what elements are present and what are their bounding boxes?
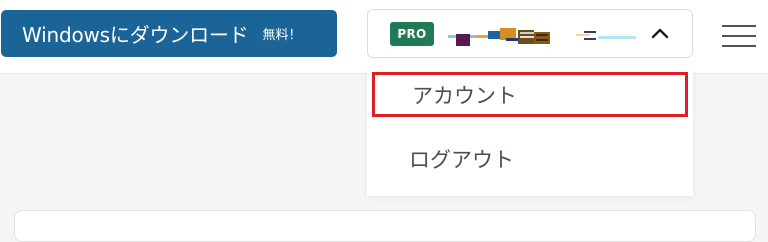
menu-item-label: ログアウト [409, 148, 514, 172]
hamburger-menu-icon[interactable] [722, 21, 756, 49]
free-badge: 無料！ [262, 28, 302, 43]
download-button-label: Windowsにダウンロード [22, 23, 249, 47]
top-header: Windowsにダウンロード 無料！ PRO [0, 0, 768, 74]
menu-item-label: アカウント [412, 83, 517, 108]
account-dropdown-menu: アカウント ログアウト [367, 66, 693, 196]
pro-badge: PRO [390, 22, 434, 46]
redacted-username [448, 26, 638, 46]
menu-item-account[interactable]: アカウント [372, 72, 688, 117]
chevron-up-icon [651, 28, 669, 39]
menu-item-logout[interactable]: ログアウト [367, 137, 693, 181]
download-windows-button[interactable]: Windowsにダウンロード 無料！ [1, 10, 337, 57]
content-card [14, 210, 756, 242]
account-dropdown-toggle[interactable]: PRO [367, 9, 693, 58]
